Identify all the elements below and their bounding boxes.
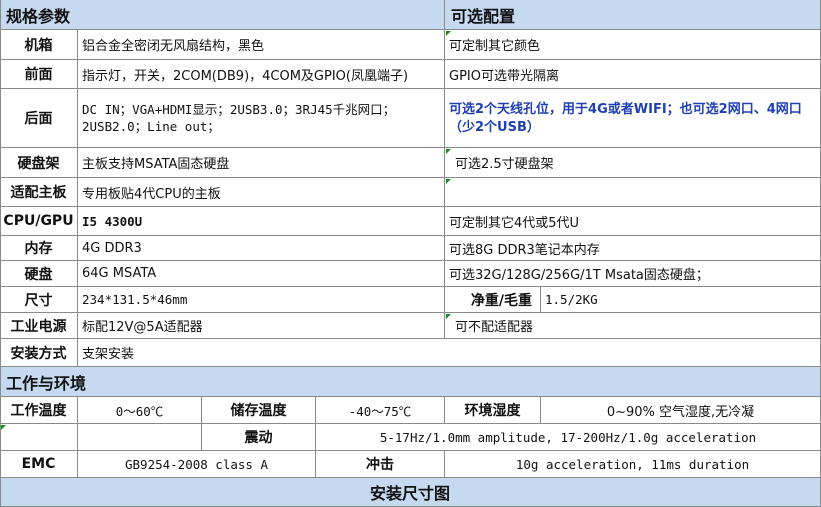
- spec-section-header: 规格参数: [0, 0, 445, 30]
- left-border: [0, 0, 1, 507]
- row-label-dimensions: 尺寸: [0, 287, 78, 313]
- vibration-blank-1: [0, 424, 78, 451]
- row-label-storage: 硬盘: [0, 261, 78, 287]
- row-option-chassis: 可定制其它颜色: [445, 30, 821, 60]
- row-value-mounting: 支架安装: [78, 339, 821, 367]
- row-label-power: 工业电源: [0, 313, 78, 339]
- spec-title: 规格参数: [6, 6, 71, 26]
- env-section-header: 工作与环境: [0, 367, 821, 397]
- humidity-value: 0~90% 空气湿度,无冷凝: [541, 397, 821, 424]
- shock-label: 冲击: [316, 451, 445, 478]
- shock-value: 10g acceleration, 11ms duration: [445, 451, 821, 478]
- row-label-drive-bay: 硬盘架: [0, 148, 78, 178]
- row-option-storage: 可选32G/128G/256G/1T Msata固态硬盘；: [445, 261, 821, 287]
- install-title: 安装尺寸图: [369, 484, 450, 503]
- row-label-weight: 净重/毛重: [445, 287, 541, 313]
- op-temp-value: 0～60℃: [78, 397, 202, 424]
- emc-value: GB9254-2008 class A: [78, 451, 316, 478]
- row-value-storage: 64G MSATA: [78, 261, 445, 287]
- row-value-rear: DC IN；VGA+HDMI显示；2USB3.0；3RJ45千兆网口；2USB2…: [78, 89, 445, 148]
- env-title: 工作与环境: [6, 373, 87, 393]
- row-label-memory: 内存: [0, 236, 78, 261]
- row-option-motherboard: [445, 178, 821, 207]
- comment-marker-icon: [446, 314, 451, 319]
- row-value-weight: 1.5/2KG: [541, 287, 821, 313]
- vibration-label: 震动: [202, 424, 316, 451]
- row-value-power: 标配12V@5A适配器: [78, 313, 445, 339]
- row-value-cpu: I5 4300U: [78, 207, 445, 236]
- emc-label: EMC: [0, 451, 78, 478]
- options-title: 可选配置: [451, 6, 516, 26]
- row-value-drive-bay: 主板支持MSATA固态硬盘: [78, 148, 445, 178]
- vibration-value: 5-17Hz/1.0mm amplitude, 17-200Hz/1.0g ac…: [316, 424, 821, 451]
- row-option-rear: 可选2个天线孔位，用于4G或者WIFI；也可选2网口、4网口（少2个USB）: [445, 89, 821, 148]
- row-option-power: 可不配适配器: [445, 313, 821, 339]
- comment-marker-icon: [446, 149, 451, 154]
- options-section-header: 可选配置: [445, 0, 821, 30]
- row-value-dimensions: 234*131.5*46mm: [78, 287, 445, 313]
- spec-sheet: 规格参数 可选配置 机箱 铝合金全密闭无风扇结构，黑色 可定制其它颜色 前面 指…: [0, 0, 821, 507]
- row-label-front: 前面: [0, 60, 78, 89]
- row-label-rear: 后面: [0, 89, 78, 148]
- humidity-label: 环境湿度: [445, 397, 541, 424]
- row-label-chassis: 机箱: [0, 30, 78, 60]
- row-option-cpu: 可定制其它4代或5代U: [445, 207, 821, 236]
- row-label-cpu: CPU/GPU: [0, 207, 78, 236]
- vibration-blank-2: [78, 424, 202, 451]
- row-value-front: 指示灯，开关，2COM(DB9)，4COM及GPIO(凤凰端子): [78, 60, 445, 89]
- row-value-chassis: 铝合金全密闭无风扇结构，黑色: [78, 30, 445, 60]
- op-temp-label: 工作温度: [0, 397, 78, 424]
- row-option-drive-bay: 可选2.5寸硬盘架: [445, 148, 821, 178]
- row-option-front: GPIO可选带光隔离: [445, 60, 821, 89]
- comment-marker-icon: [1, 425, 6, 430]
- row-value-motherboard: 专用板贴4代CPU的主板: [78, 178, 445, 207]
- comment-marker-icon: [446, 31, 451, 36]
- storage-temp-value: -40～75℃: [316, 397, 445, 424]
- storage-temp-label: 储存温度: [202, 397, 316, 424]
- row-option-memory: 可选8G DDR3笔记本内存: [445, 236, 821, 261]
- row-label-motherboard: 适配主板: [0, 178, 78, 207]
- row-label-mounting: 安装方式: [0, 339, 78, 367]
- comment-marker-icon: [446, 179, 451, 184]
- row-value-memory: 4G DDR3: [78, 236, 445, 261]
- install-section-header: 安装尺寸图: [0, 478, 821, 507]
